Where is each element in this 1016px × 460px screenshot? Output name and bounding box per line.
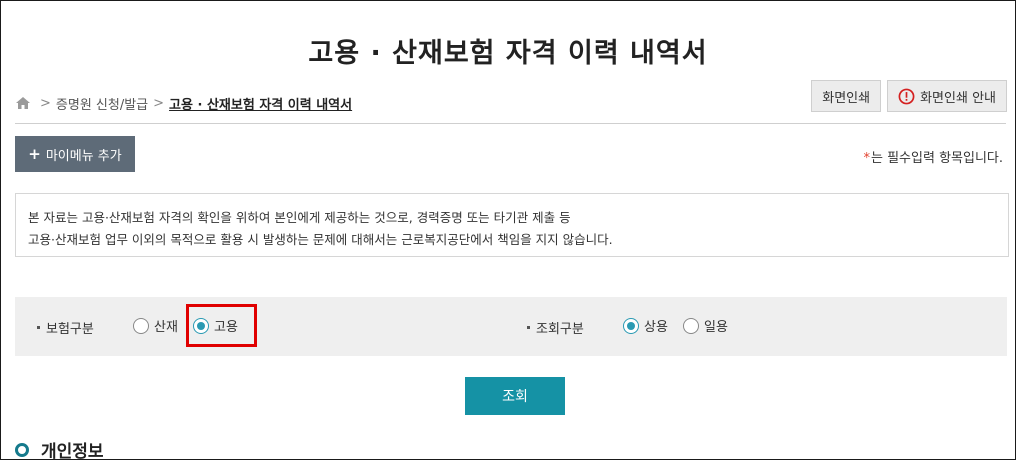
insurance-type-label-text: 보험구분	[46, 322, 94, 337]
radio-query-sangyong[interactable]: 상용	[623, 316, 668, 335]
required-note-text: 는 필수입력 항목입니다.	[871, 151, 1003, 166]
required-star: *	[863, 151, 871, 166]
insurance-type-label: 보험구분	[37, 318, 94, 337]
radio-insurance-sanjae[interactable]: 산재	[133, 316, 178, 335]
radio-label: 산재	[154, 320, 178, 335]
add-mymenu-label: 마이메뉴 추가	[45, 148, 122, 164]
breadcrumb: > 증명원 신청/발급 > 고용 · 산재보험 자격 이력 내역서	[15, 93, 352, 113]
notice-line-1: 본 자료는 고용·산재보험 자격의 확인을 위하여 본인에게 제공하는 것으로,…	[28, 210, 571, 225]
plus-icon: +	[28, 145, 41, 163]
ring-bullet-icon	[15, 442, 29, 457]
add-mymenu-button[interactable]: + 마이메뉴 추가	[15, 136, 135, 172]
print-guide-button[interactable]: 화면인쇄 안내	[887, 80, 1007, 112]
section-title: 개인정보	[41, 442, 104, 460]
divider	[15, 123, 1006, 124]
top-toolbar: 화면인쇄 화면인쇄 안내	[811, 80, 1007, 112]
radio-label: 일용	[704, 320, 728, 335]
breadcrumb-separator: >	[40, 95, 51, 111]
highlight-box	[186, 304, 257, 347]
print-button[interactable]: 화면인쇄	[811, 80, 882, 112]
bullet-icon	[527, 326, 530, 329]
print-guide-label: 화면인쇄 안내	[920, 90, 996, 106]
notice-line-2: 고용·산재보험 업무 이외의 목적으로 활용 시 발생하는 문제에 대해서는 근…	[28, 232, 613, 247]
radio-button[interactable]	[133, 317, 149, 334]
radio-query-ilyong[interactable]: 일용	[683, 316, 728, 335]
page-title: 고용 · 산재보험 자격 이력 내역서	[308, 38, 708, 69]
alert-circle-icon	[898, 88, 915, 104]
section-header-personal-info: 개인정보	[15, 437, 104, 460]
query-type-label-text: 조회구분	[536, 322, 584, 337]
breadcrumb-item-certificate[interactable]: 증명원 신청/발급	[56, 94, 148, 113]
search-button[interactable]: 조회	[465, 377, 565, 415]
home-icon[interactable]	[15, 96, 31, 110]
query-type-label: 조회구분	[527, 318, 584, 337]
radio-button[interactable]	[623, 317, 639, 334]
search-panel: 보험구분 산재 고용 조회구분 상용 일용	[15, 297, 1007, 356]
bullet-icon	[37, 326, 40, 329]
radio-label: 상용	[644, 320, 668, 335]
required-note: *는 필수입력 항목입니다.	[864, 147, 1004, 166]
radio-button[interactable]	[683, 317, 699, 334]
page-frame: 고용 · 산재보험 자격 이력 내역서 > 증명원 신청/발급 > 고용 · 산…	[0, 0, 1016, 460]
breadcrumb-item-current[interactable]: 고용 · 산재보험 자격 이력 내역서	[169, 94, 352, 113]
notice-box: 본 자료는 고용·산재보험 자격의 확인을 위하여 본인에게 제공하는 것으로,…	[15, 193, 1009, 257]
breadcrumb-separator: >	[153, 95, 165, 111]
